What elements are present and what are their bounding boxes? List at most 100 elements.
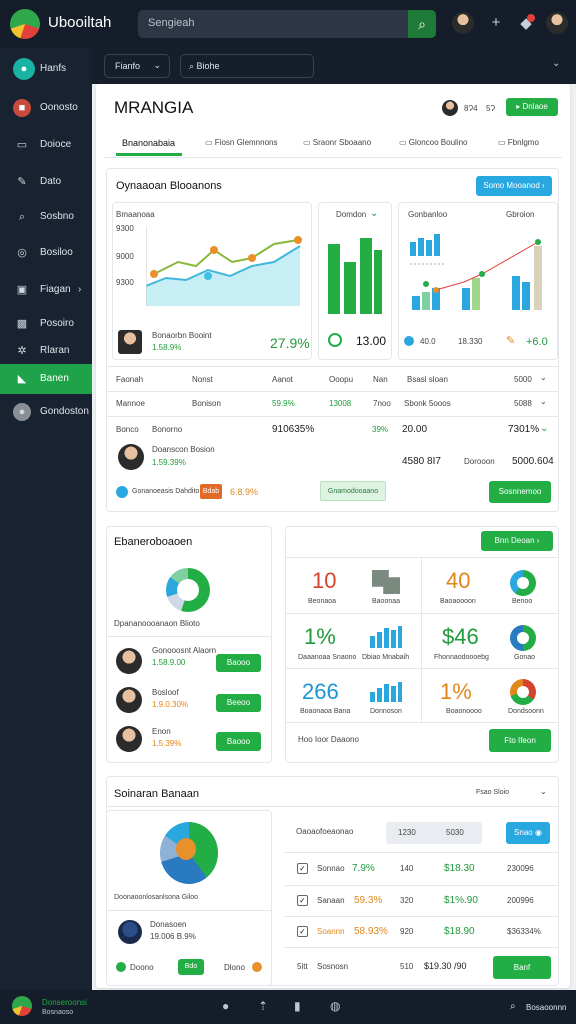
table-header: Aanot [272, 375, 293, 384]
table-button[interactable]: Snao ◉ [506, 822, 550, 844]
tab-item[interactable]: ▭ Gloncoo Boulino [399, 138, 468, 147]
plus-icon[interactable]: + [486, 14, 506, 31]
data-point [423, 281, 429, 287]
row-total: $36334% [507, 927, 541, 936]
data-point [479, 271, 485, 277]
avatar[interactable] [452, 12, 474, 34]
divider [285, 557, 559, 558]
sidebar-item-globe[interactable]: ◎ Bosiloo [0, 238, 92, 268]
row-checkbox[interactable]: ✓ [297, 926, 308, 937]
search-icon[interactable]: ⌕ [408, 10, 436, 38]
data-point [294, 236, 302, 244]
monitor-icon: ▭ [16, 139, 28, 151]
sidebar-item-image[interactable]: ▩ Posoiro [0, 309, 92, 339]
header-count: 8Ɂ4 [464, 104, 478, 113]
chevron-down-icon[interactable]: ⌄ [370, 208, 378, 219]
chevron-down-icon[interactable]: ⌄ [540, 787, 547, 796]
sidebar-item-search[interactable]: ⌕ Sosbno [0, 202, 92, 232]
avatar [116, 648, 142, 674]
row-qty: 320 [400, 896, 414, 905]
app-logo [12, 996, 32, 1016]
row-checkbox[interactable]: ✓ [297, 895, 308, 906]
settings-icon[interactable]: ◍ [330, 999, 340, 1013]
search-icon[interactable]: ⌕ [510, 1001, 516, 1012]
table-title: Oaoaofoeaonao [296, 827, 354, 836]
tab-active[interactable]: Bnanonabaia [122, 138, 175, 148]
grid-button[interactable]: Bnn Deoan › [481, 531, 553, 551]
toolbar-search[interactable]: ⌕ Biohe [180, 54, 314, 78]
footer-button[interactable]: Sosnnemoo [489, 481, 551, 503]
legend-button[interactable]: Bdo [178, 959, 204, 975]
data-point [248, 254, 256, 262]
home-icon[interactable]: ● [222, 999, 229, 1013]
stat-label: Boaonaoa Bana [300, 708, 351, 715]
sidebar-item-home[interactable]: ● Hanfs [0, 54, 92, 84]
row-name: Sonnao [317, 864, 345, 873]
chart-label: Gbroion [506, 210, 535, 219]
grid-footer-button[interactable]: Fto Ifeon [489, 729, 551, 752]
person-button[interactable]: Baooo [216, 654, 261, 672]
gear-icon: ✲ [17, 345, 27, 357]
sidebar-item-folder[interactable]: ■ Oonosto [0, 93, 92, 123]
status-pill[interactable]: Gnamodooaano [320, 481, 386, 501]
book-icon[interactable]: ▮ [294, 999, 301, 1013]
person-value: 19.006 B.9% [150, 932, 196, 941]
foot-button[interactable]: Banf [493, 956, 551, 979]
header-button[interactable]: ▸ Dnlaoe [506, 98, 558, 116]
header-count: 5Ɂ [486, 104, 496, 113]
table-cell: 5088 [514, 399, 532, 408]
header-avatar[interactable] [442, 100, 458, 116]
row-checkbox[interactable]: ✓ [297, 863, 308, 874]
collapse-icon[interactable]: ⌄ [552, 58, 560, 69]
pin-icon[interactable]: ⇡ [258, 999, 268, 1013]
person-button[interactable]: Baooo [216, 732, 261, 751]
row-pct: 58.93% [354, 926, 388, 937]
chart-value: 13.00 [356, 334, 387, 348]
user-avatar[interactable] [546, 12, 568, 34]
chevron-down-icon[interactable]: ⌄ [540, 423, 548, 434]
divider [285, 885, 559, 886]
person-name: Gonooosnt Alaorn [152, 646, 217, 655]
tab-item[interactable]: ▭ Fiosn Glemnnons [205, 138, 277, 147]
chart-value: 27.9% [270, 335, 310, 351]
folder-icon: ■ [13, 99, 31, 117]
person-name: Doanscon Bosion [152, 445, 215, 454]
sidebar-item-user[interactable]: ● Gondoston [0, 397, 92, 427]
doc-icon: ▭ [303, 138, 313, 147]
filter-select[interactable]: Fianfo ⌄ [104, 54, 170, 78]
sidebar-item-terminal[interactable]: ▣ Fiagan › [0, 275, 92, 305]
sidebar-item-gear[interactable]: ✲ Rlaran [0, 336, 92, 366]
stat-label: Daaanoaa Snaono [298, 654, 357, 661]
legend-label: Dlono [224, 963, 245, 972]
sidebar-item-monitor[interactable]: ▭ Doioce [0, 130, 92, 160]
search-icon: ⌕ [189, 61, 197, 71]
segment[interactable]: 5030 [446, 828, 464, 837]
table-cell: Sbonk 5ooos [404, 399, 451, 408]
doc-icon: ▭ [399, 138, 409, 147]
divider [106, 806, 559, 807]
status-badge: Bdab [200, 484, 222, 499]
chevron-down-icon[interactable]: ⌄ [540, 373, 547, 382]
chevron-down-icon[interactable]: ⌄ [540, 397, 547, 406]
sidebar-item-chart[interactable]: ◣ Banen [0, 364, 92, 394]
overview-button[interactable]: Somo Mooanod › [476, 176, 552, 196]
divider [285, 947, 559, 948]
divider [285, 613, 559, 614]
person-button[interactable]: Beeoo [216, 694, 261, 712]
bottom-label: Bosnaoso [42, 1009, 74, 1016]
divider [285, 852, 559, 853]
foot-price: $19.30 /90 [424, 961, 467, 971]
bars-icon [370, 682, 402, 702]
stat-label: Beonaoa [308, 598, 337, 605]
bars-icon [370, 626, 402, 648]
search-input[interactable]: Sengieah [138, 10, 436, 38]
tab-item[interactable]: ▭ Sraonr Sboaano [303, 138, 371, 147]
tab-item[interactable]: ▭ Fbnlgmo [498, 138, 539, 147]
segment[interactable]: 1230 [398, 828, 416, 837]
foot-qty: 510 [400, 962, 414, 971]
bar [512, 276, 520, 310]
sidebar-item-pen[interactable]: ✎ Dato [0, 167, 92, 197]
stat-label: Baoonaa [372, 598, 401, 605]
row-price: $18.90 [444, 926, 475, 937]
filter-select[interactable]: Fsao Sloio [476, 789, 509, 796]
